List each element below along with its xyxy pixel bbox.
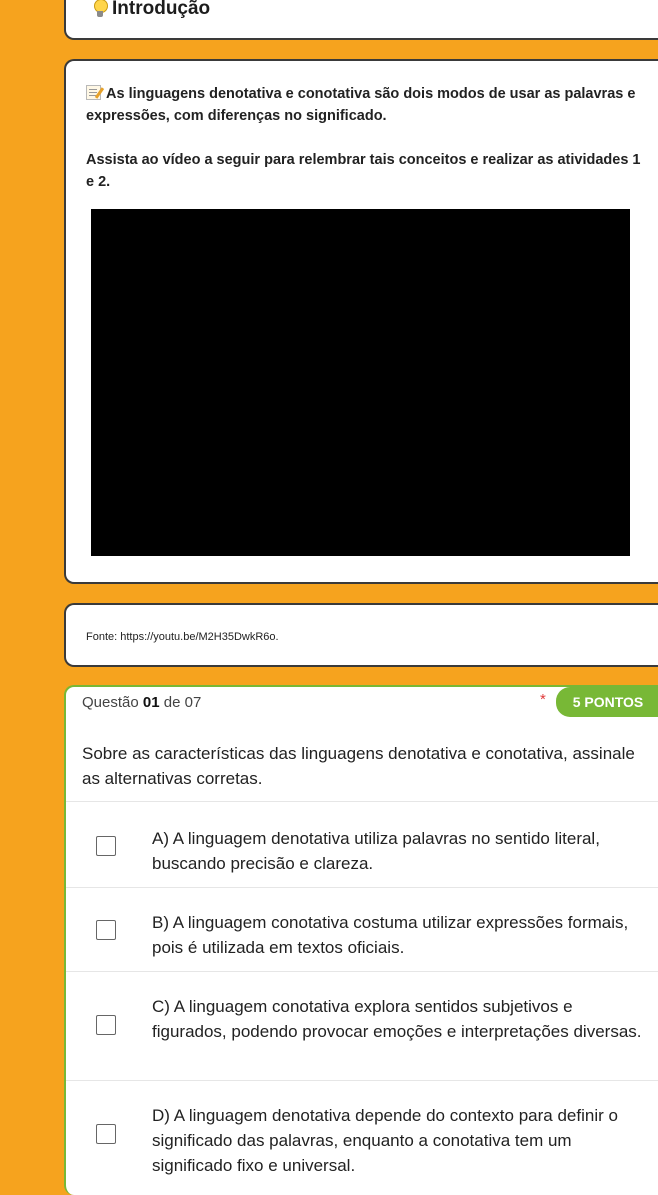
question-prompt: Sobre as características das linguagens …: [82, 744, 635, 788]
option-d[interactable]: D) A linguagem denotativa depende do con…: [66, 1080, 658, 1195]
option-d-checkbox[interactable]: [96, 1124, 116, 1144]
source-card: Fonte: https://youtu.be/M2H35DwkR6o.: [64, 603, 658, 667]
option-d-text: D) A linguagem denotativa depende do con…: [152, 1106, 618, 1175]
option-a[interactable]: A) A linguagem denotativa utiliza palavr…: [66, 801, 658, 887]
option-c-text: C) A linguagem conotativa explora sentid…: [152, 997, 642, 1041]
memo-icon: [86, 85, 101, 100]
question-label: Questão: [82, 694, 139, 711]
option-a-text: A) A linguagem denotativa utiliza palavr…: [152, 829, 600, 873]
option-c-checkbox[interactable]: [96, 1015, 116, 1035]
option-b[interactable]: B) A linguagem conotativa costuma utiliz…: [66, 887, 658, 971]
intro-title: Introdução: [112, 0, 211, 19]
video-player[interactable]: [91, 209, 630, 556]
option-b-text: B) A linguagem conotativa costuma utiliz…: [152, 913, 629, 957]
required-indicator: *: [540, 691, 546, 708]
video-card: As linguagens denotativa e conotativa sã…: [64, 59, 658, 584]
light-bulb-icon: [92, 0, 108, 19]
question-number: 01: [142, 694, 160, 711]
question-label-of: de: [163, 694, 181, 711]
points-badge: 5 PONTOS: [556, 687, 658, 717]
option-c[interactable]: C) A linguagem conotativa explora sentid…: [66, 971, 658, 1080]
intro-heading: Introdução: [92, 0, 210, 20]
video-instruction: Assista ao vídeo a seguir para relembrar…: [86, 152, 641, 190]
video-description: As linguagens denotativa e conotativa sã…: [86, 83, 648, 127]
question-counter: Questão 01 de 07: [82, 694, 201, 711]
question-card: Questão 01 de 07 * 5 PONTOS Sobre as car…: [64, 685, 658, 1195]
source-link: Fonte: https://youtu.be/M2H35DwkR6o.: [86, 631, 279, 643]
option-a-checkbox[interactable]: [96, 836, 116, 856]
intro-card: Introdução: [64, 0, 658, 40]
option-b-checkbox[interactable]: [96, 920, 116, 940]
video-description-text: As linguagens denotativa e conotativa sã…: [86, 86, 636, 124]
question-total: 07: [184, 694, 202, 711]
